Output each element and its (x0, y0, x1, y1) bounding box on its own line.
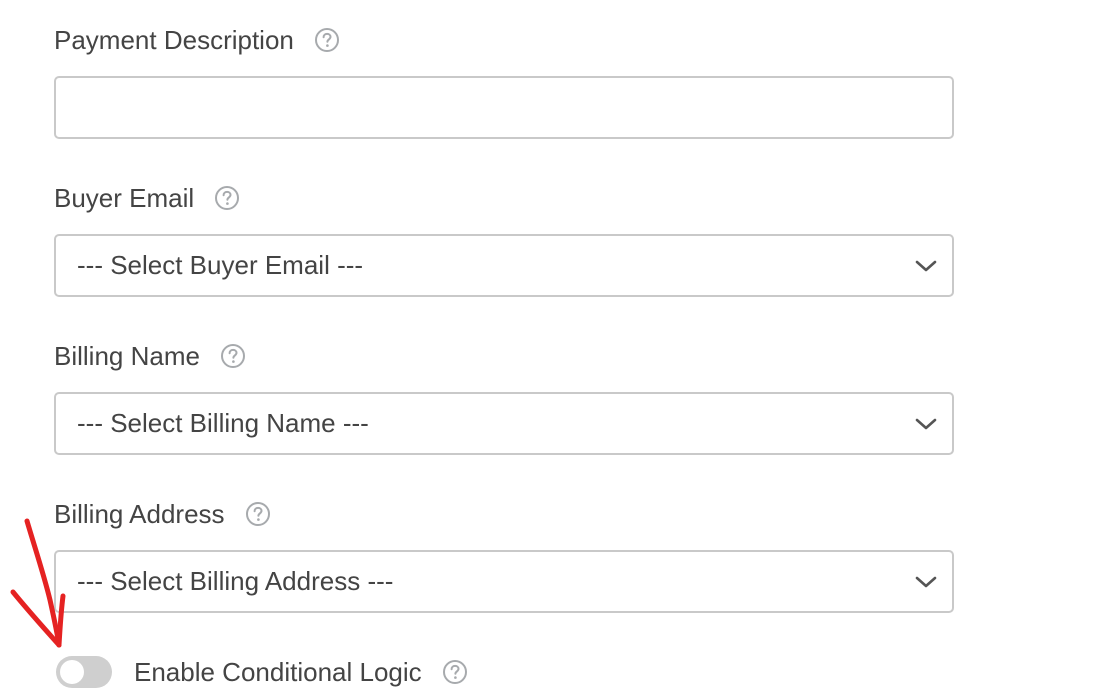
billing-name-label: Billing Name (54, 338, 246, 374)
chevron-down-icon (914, 412, 938, 436)
buyer-email-selected-value: --- Select Buyer Email --- (77, 250, 364, 280)
chevron-down-icon (914, 254, 938, 278)
billing-name-label-text: Billing Name (54, 340, 200, 371)
chevron-down-icon (914, 570, 938, 594)
question-circle-icon[interactable] (245, 501, 271, 527)
conditional-logic-label: Enable Conditional Logic (134, 656, 422, 687)
conditional-logic-toggle[interactable] (56, 656, 112, 688)
billing-address-select[interactable]: --- Select Billing Address --- (54, 550, 954, 613)
billing-address-label-text: Billing Address (54, 498, 225, 529)
payment-description-label-text: Payment Description (54, 24, 294, 55)
buyer-email-select[interactable]: --- Select Buyer Email --- (54, 234, 954, 297)
payment-description-input[interactable] (54, 76, 954, 139)
buyer-email-label: Buyer Email (54, 180, 240, 216)
question-circle-icon[interactable] (214, 185, 240, 211)
toggle-knob (60, 660, 84, 684)
question-circle-icon[interactable] (314, 27, 340, 53)
billing-name-selected-value: --- Select Billing Name --- (77, 408, 369, 438)
billing-name-select[interactable]: --- Select Billing Name --- (54, 392, 954, 455)
question-circle-icon[interactable] (442, 659, 468, 685)
question-circle-icon[interactable] (220, 343, 246, 369)
billing-address-label: Billing Address (54, 496, 271, 532)
billing-address-selected-value: --- Select Billing Address --- (77, 566, 394, 596)
conditional-logic-row: Enable Conditional Logic (56, 652, 468, 692)
payment-description-label: Payment Description (54, 22, 340, 58)
buyer-email-label-text: Buyer Email (54, 182, 195, 213)
